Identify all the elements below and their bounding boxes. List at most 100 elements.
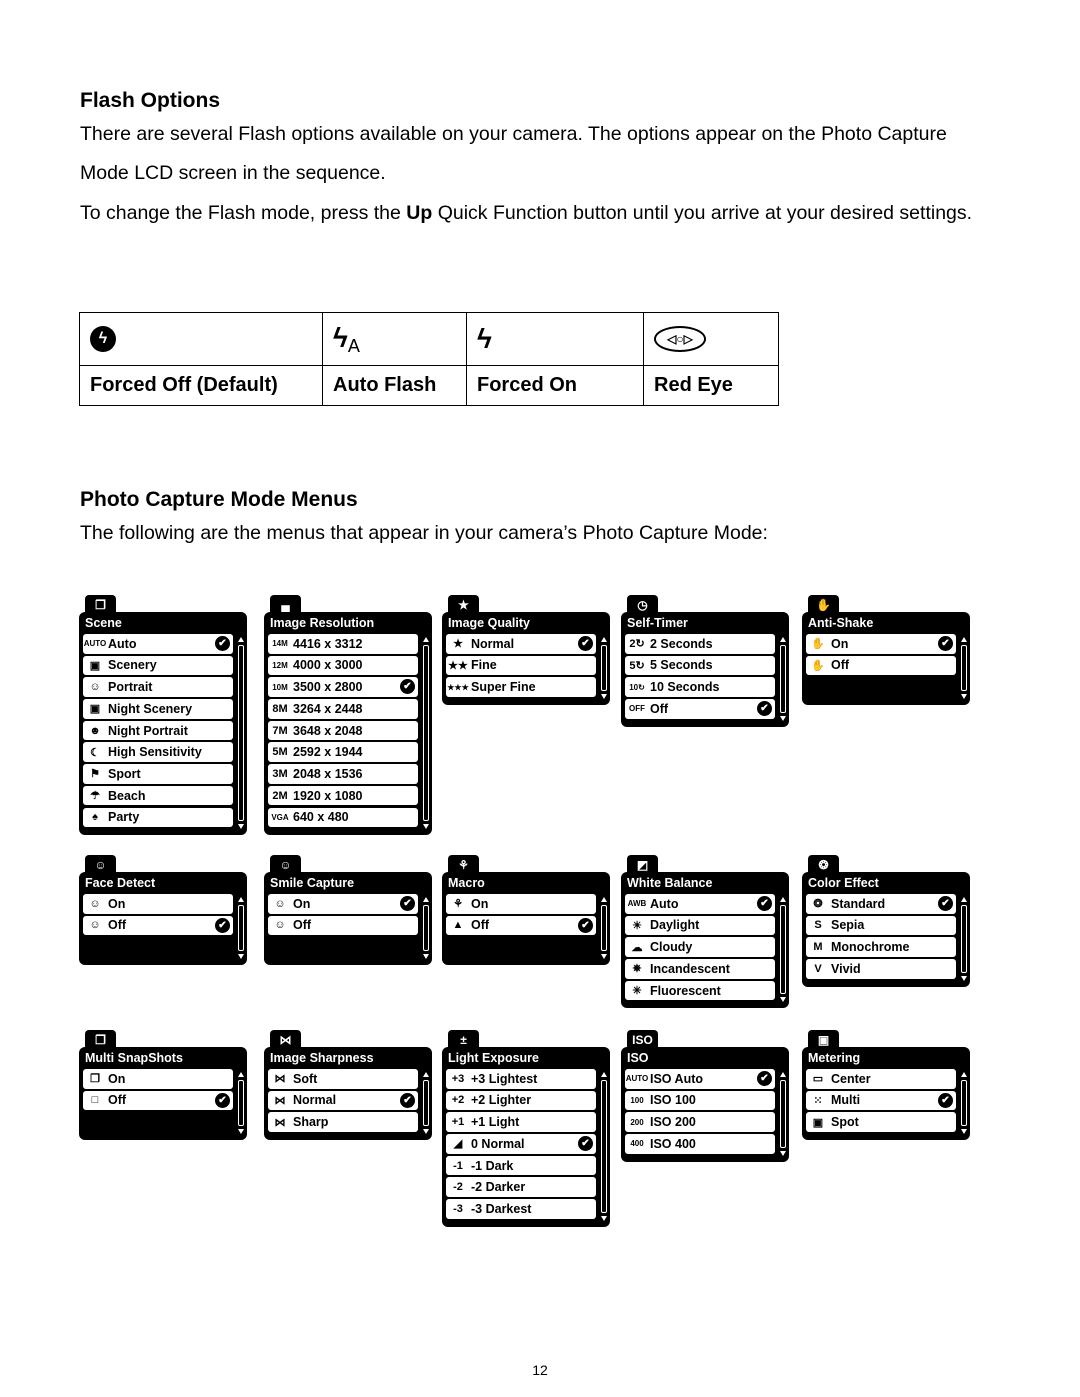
menu-scrollbar[interactable]	[601, 897, 607, 960]
scroll-down-arrow-icon[interactable]	[780, 997, 786, 1003]
menu-item[interactable]: ◢ 0 Normal ✔	[446, 1134, 596, 1154]
scroll-track[interactable]	[423, 1080, 429, 1127]
menu-item[interactable]: ★★ Fine	[446, 655, 596, 676]
menu-scrollbar[interactable]	[780, 1072, 786, 1156]
menu-item[interactable]: ☾ High Sensitivity	[83, 742, 233, 762]
menu-item[interactable]: ✋ On ✔	[806, 634, 956, 654]
menu-item[interactable]: 2↻ 2 Seconds	[625, 634, 775, 654]
scroll-down-arrow-icon[interactable]	[780, 1150, 786, 1156]
menu-scrollbar[interactable]	[780, 637, 786, 721]
scroll-down-arrow-icon[interactable]	[961, 975, 967, 981]
scroll-track[interactable]	[238, 905, 244, 952]
scroll-track[interactable]	[238, 1080, 244, 1127]
menu-item[interactable]: ⋈ Normal ✔	[268, 1090, 418, 1111]
menu-item[interactable]: ★★★ Super Fine	[446, 677, 596, 697]
scroll-track[interactable]	[423, 645, 429, 822]
menu-item[interactable]: □ Off ✔	[83, 1090, 233, 1111]
scroll-up-arrow-icon[interactable]	[961, 1072, 967, 1077]
menu-item[interactable]: 7M 3648 x 2048	[268, 720, 418, 741]
menu-scrollbar[interactable]	[601, 1072, 607, 1221]
scroll-track[interactable]	[601, 905, 607, 952]
scroll-track[interactable]	[238, 645, 244, 822]
scroll-up-arrow-icon[interactable]	[601, 897, 607, 902]
menu-item[interactable]: 2M 1920 x 1080	[268, 785, 418, 806]
menu-scrollbar[interactable]	[238, 897, 244, 960]
menu-scrollbar[interactable]	[423, 637, 429, 830]
menu-item[interactable]: VGA 640 x 480	[268, 807, 418, 827]
menu-scrollbar[interactable]	[238, 637, 244, 830]
menu-item[interactable]: 10M 3500 x 2800 ✔	[268, 677, 418, 697]
scroll-up-arrow-icon[interactable]	[601, 637, 607, 642]
menu-item[interactable]: ☂ Beach	[83, 785, 233, 806]
menu-item[interactable]: ☻ Night Portrait	[83, 720, 233, 741]
menu-item[interactable]: AWB Auto ✔	[625, 894, 775, 914]
menu-item[interactable]: ☁ Cloudy	[625, 937, 775, 957]
menu-scrollbar[interactable]	[961, 637, 967, 700]
menu-item[interactable]: V Vivid	[806, 959, 956, 979]
scroll-track[interactable]	[780, 645, 786, 713]
scroll-up-arrow-icon[interactable]	[780, 637, 786, 642]
menu-item[interactable]: ⚑ Sport	[83, 764, 233, 784]
scroll-up-arrow-icon[interactable]	[423, 637, 429, 642]
scroll-up-arrow-icon[interactable]	[961, 897, 967, 902]
menu-item[interactable]: +1 +1 Light	[446, 1112, 596, 1132]
scroll-up-arrow-icon[interactable]	[238, 897, 244, 902]
menu-item[interactable]: ⋈ Soft	[268, 1069, 418, 1089]
menu-item[interactable]: S Sepia	[806, 915, 956, 936]
menu-item[interactable]: 10↻ 10 Seconds	[625, 677, 775, 697]
scroll-down-arrow-icon[interactable]	[423, 824, 429, 830]
scroll-track[interactable]	[601, 1080, 607, 1213]
scroll-track[interactable]	[601, 645, 607, 692]
menu-item[interactable]: -3 -3 Darkest	[446, 1199, 596, 1219]
menu-item[interactable]: ▣ Scenery	[83, 655, 233, 676]
scroll-down-arrow-icon[interactable]	[423, 954, 429, 960]
menu-item[interactable]: AUTO ISO Auto ✔	[625, 1069, 775, 1089]
scroll-track[interactable]	[780, 905, 786, 995]
scroll-down-arrow-icon[interactable]	[601, 694, 607, 700]
menu-scrollbar[interactable]	[238, 1072, 244, 1135]
scroll-track[interactable]	[961, 645, 967, 692]
menu-item[interactable]: 400 ISO 400	[625, 1134, 775, 1154]
menu-item[interactable]: ☀ Daylight	[625, 915, 775, 936]
menu-item[interactable]: 5M 2592 x 1944	[268, 742, 418, 762]
menu-item[interactable]: -2 -2 Darker	[446, 1177, 596, 1197]
menu-scrollbar[interactable]	[961, 897, 967, 981]
scroll-track[interactable]	[780, 1080, 786, 1148]
menu-item[interactable]: AUTO Auto ✔	[83, 634, 233, 654]
menu-item[interactable]: M Monochrome	[806, 937, 956, 957]
menu-item[interactable]: ★ Normal ✔	[446, 634, 596, 654]
menu-item[interactable]: ⋈ Sharp	[268, 1112, 418, 1132]
menu-item[interactable]: 12M 4000 x 3000	[268, 655, 418, 676]
scroll-down-arrow-icon[interactable]	[238, 954, 244, 960]
scroll-down-arrow-icon[interactable]	[238, 824, 244, 830]
menu-item[interactable]: ☺ Off ✔	[83, 915, 233, 936]
menu-item[interactable]: ▣ Night Scenery	[83, 699, 233, 719]
scroll-down-arrow-icon[interactable]	[423, 1129, 429, 1135]
menu-item[interactable]: ▲ Off ✔	[446, 915, 596, 936]
scroll-up-arrow-icon[interactable]	[423, 897, 429, 902]
menu-item[interactable]: ☺ Portrait	[83, 677, 233, 697]
menu-item[interactable]: ☺ On	[83, 894, 233, 914]
scroll-up-arrow-icon[interactable]	[780, 897, 786, 902]
menu-scrollbar[interactable]	[780, 897, 786, 1003]
menu-item[interactable]: ☺ Off	[268, 915, 418, 936]
scroll-up-arrow-icon[interactable]	[961, 637, 967, 642]
menu-item[interactable]: ▭ Center	[806, 1069, 956, 1089]
menu-scrollbar[interactable]	[423, 897, 429, 960]
menu-item[interactable]: 200 ISO 200	[625, 1112, 775, 1132]
scroll-down-arrow-icon[interactable]	[780, 715, 786, 721]
menu-item[interactable]: 5↻ 5 Seconds	[625, 655, 775, 676]
menu-scrollbar[interactable]	[961, 1072, 967, 1135]
menu-item[interactable]: 14M 4416 x 3312	[268, 634, 418, 654]
menu-item[interactable]: ❐ On	[83, 1069, 233, 1089]
menu-item[interactable]: OFF Off ✔	[625, 699, 775, 719]
scroll-track[interactable]	[961, 1080, 967, 1127]
menu-item[interactable]: +3 +3 Lightest	[446, 1069, 596, 1089]
scroll-down-arrow-icon[interactable]	[961, 1129, 967, 1135]
scroll-track[interactable]	[961, 905, 967, 973]
menu-item[interactable]: ✵ Incandescent	[625, 959, 775, 979]
scroll-down-arrow-icon[interactable]	[601, 954, 607, 960]
scroll-up-arrow-icon[interactable]	[423, 1072, 429, 1077]
menu-item[interactable]: -1 -1 Dark	[446, 1155, 596, 1176]
menu-item[interactable]: ⁙ Multi ✔	[806, 1090, 956, 1111]
